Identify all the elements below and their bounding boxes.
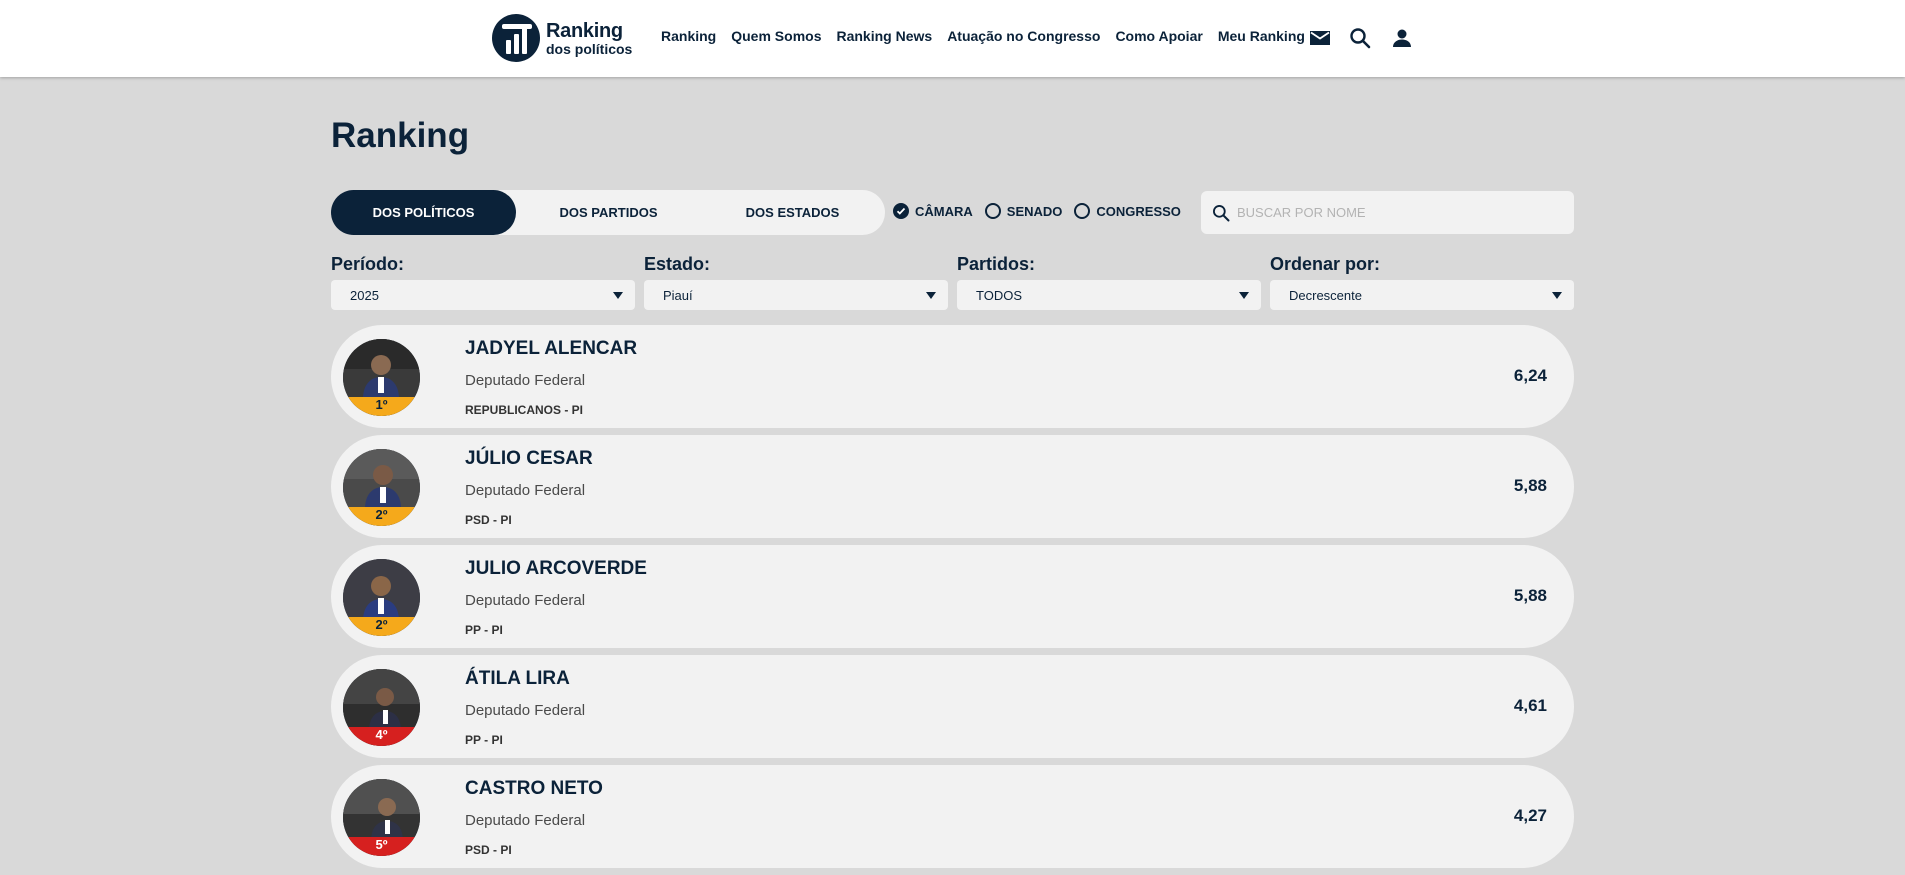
politician-role: Deputado Federal	[465, 592, 586, 609]
estado-value: Piauí	[663, 287, 693, 303]
tab-dos-partidos[interactable]: DOS PARTIDOS	[516, 190, 701, 235]
mail-icon[interactable]	[1308, 26, 1332, 50]
search-icon[interactable]	[1348, 26, 1372, 50]
ranking-list: 1º JADYEL ALENCAR Deputado Federal REPUB…	[331, 325, 1574, 875]
radio-camara-label: CÂMARA	[915, 203, 973, 219]
radio-senado[interactable]: SENADO	[984, 203, 1063, 219]
politician-name: CASTRO NETO	[465, 778, 603, 799]
ranking-type-tabs: DOS POLÍTICOS DOS PARTIDOS DOS ESTADOS	[331, 190, 885, 235]
filter-partidos-label: Partidos:	[957, 254, 1036, 274]
partidos-select[interactable]: TODOS	[957, 280, 1261, 310]
rank-label: 1º	[375, 397, 388, 412]
politician-score: 6,24	[1513, 366, 1547, 385]
radio-circle-icon	[984, 203, 1001, 219]
logo-subtitle: dos políticos	[546, 40, 633, 57]
check-icon	[893, 203, 909, 219]
partidos-value: TODOS	[976, 287, 1022, 303]
filter-estado: Estado: Piauí	[644, 254, 948, 310]
chevron-down-icon	[1552, 291, 1562, 299]
rank-label: 2º	[375, 617, 388, 632]
nav-ranking-news[interactable]: Ranking News	[836, 28, 932, 44]
filter-ordenar: Ordenar por: Decrescente	[1270, 254, 1574, 310]
filter-periodo: Período: 2025	[331, 254, 635, 310]
search-box	[1201, 191, 1574, 234]
nav-como-apoiar[interactable]: Como Apoiar	[1115, 28, 1202, 44]
rank-badge: 5º	[343, 837, 420, 856]
politician-score: 5,88	[1513, 586, 1547, 605]
rank-badge: 2º	[343, 507, 420, 526]
ordenar-value: Decrescente	[1289, 287, 1362, 303]
avatar: 1º	[343, 339, 420, 416]
ranking-card[interactable]: 2º JÚLIO CESAR Deputado Federal PSD - PI…	[331, 435, 1574, 538]
ranking-card[interactable]: 4º ÁTILA LIRA Deputado Federal PP - PI 4…	[331, 655, 1574, 758]
filter-periodo-label: Período:	[331, 254, 405, 274]
site-logo[interactable]: Ranking dos políticos	[492, 13, 632, 63]
politician-party: PSD - PI	[465, 513, 512, 527]
nav-meu-ranking[interactable]: Meu Ranking	[1218, 28, 1305, 44]
chevron-down-icon	[613, 291, 623, 299]
politician-name: JADYEL ALENCAR	[465, 338, 638, 359]
politician-score: 4,27	[1513, 806, 1547, 825]
politician-name: ÁTILA LIRA	[465, 668, 570, 689]
user-icon[interactable]	[1390, 26, 1414, 50]
ranking-card[interactable]: 1º JADYEL ALENCAR Deputado Federal REPUB…	[331, 325, 1574, 428]
rank-label: 2º	[375, 507, 388, 522]
rank-badge: 4º	[343, 727, 420, 746]
top-navbar: Ranking dos políticos Ranking Quem Somos…	[0, 0, 1905, 77]
radio-congresso-label: CONGRESSO	[1096, 203, 1181, 219]
radio-congresso[interactable]: CONGRESSO	[1074, 203, 1181, 219]
rank-badge: 2º	[343, 617, 420, 636]
politician-party: PP - PI	[465, 733, 503, 747]
politician-party: PSD - PI	[465, 843, 512, 857]
rank-label: 5º	[375, 837, 388, 852]
logo-title: Ranking	[546, 19, 623, 42]
ranking-card[interactable]: 5º CASTRO NETO Deputado Federal PSD - PI…	[331, 765, 1574, 868]
radio-camara[interactable]: CÂMARA	[893, 203, 973, 219]
main-nav: Ranking Quem Somos Ranking News Atuação …	[661, 28, 1320, 44]
rank-label: 4º	[375, 727, 388, 742]
ordenar-select[interactable]: Decrescente	[1270, 280, 1574, 310]
politician-name: JÚLIO CESAR	[465, 448, 593, 469]
radio-senado-label: SENADO	[1006, 203, 1063, 219]
tab-dos-politicos[interactable]: DOS POLÍTICOS	[331, 190, 516, 235]
filter-estado-label: Estado:	[644, 254, 711, 274]
politician-score: 4,61	[1513, 696, 1547, 715]
politician-party: REPUBLICANOS - PI	[465, 403, 584, 417]
periodo-select[interactable]: 2025	[331, 280, 635, 310]
politician-role: Deputado Federal	[465, 372, 586, 389]
rank-badge: 1º	[343, 397, 420, 416]
ranking-card[interactable]: 2º JULIO ARCOVERDE Deputado Federal PP -…	[331, 545, 1574, 648]
politician-score: 5,88	[1513, 476, 1547, 495]
avatar: 4º	[343, 669, 420, 746]
politician-role: Deputado Federal	[465, 812, 586, 829]
nav-ranking[interactable]: Ranking	[661, 28, 716, 44]
avatar: 2º	[343, 449, 420, 526]
radio-circle-icon	[1074, 203, 1091, 219]
politician-name: JULIO ARCOVERDE	[465, 558, 647, 579]
avatar: 2º	[343, 559, 420, 636]
tab-dos-estados[interactable]: DOS ESTADOS	[700, 190, 885, 235]
filter-partidos: Partidos: TODOS	[957, 254, 1261, 310]
periodo-value: 2025	[350, 287, 379, 303]
politician-role: Deputado Federal	[465, 702, 586, 719]
chevron-down-icon	[926, 291, 936, 299]
chevron-down-icon	[1239, 291, 1249, 299]
house-selector: CÂMARA SENADO CONGRESSO	[893, 203, 1193, 219]
search-icon	[1213, 204, 1230, 221]
nav-atuacao-congresso[interactable]: Atuação no Congresso	[947, 28, 1100, 44]
avatar: 5º	[343, 779, 420, 856]
nav-quem-somos[interactable]: Quem Somos	[731, 28, 821, 44]
politician-party: PP - PI	[465, 623, 503, 637]
page-title: Ranking	[331, 116, 470, 155]
logo-icon	[492, 14, 540, 62]
filter-ordenar-label: Ordenar por:	[1270, 254, 1381, 274]
politician-role: Deputado Federal	[465, 482, 586, 499]
search-input[interactable]	[1235, 204, 1559, 221]
estado-select[interactable]: Piauí	[644, 280, 948, 310]
